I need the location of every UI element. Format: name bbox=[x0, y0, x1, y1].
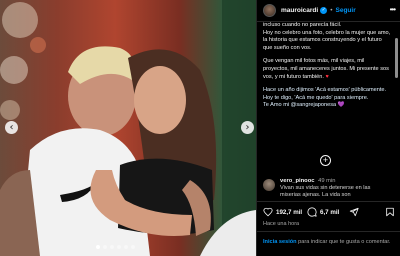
purple-heart-emoji-icon: 💜 bbox=[337, 102, 345, 109]
caption-text-3: Hace un año dijimos 'Acá estamos' públic… bbox=[263, 87, 387, 109]
like-action[interactable]: 192,7 mil bbox=[263, 207, 302, 217]
commenter-username[interactable]: vero_pinooc bbox=[280, 178, 314, 184]
next-slide-button[interactable]: › bbox=[241, 121, 254, 134]
comment-header: vero_pinooc 49 min bbox=[280, 178, 336, 184]
caption-paragraph-3: Hace un año dijimos 'Acá estamos' públic… bbox=[263, 87, 391, 110]
post-actions-bar: 192,7 mil 6,7 mil bbox=[257, 201, 400, 221]
author-username[interactable]: mauroicardi bbox=[281, 7, 318, 14]
comment-item: vero_pinooc 49 min Vivan sus vidas sin d… bbox=[263, 178, 395, 202]
header-separator: • bbox=[330, 7, 333, 14]
slide-dot bbox=[117, 245, 121, 249]
follow-button[interactable]: Seguir bbox=[336, 7, 356, 14]
heart-emoji-icon: ♥ bbox=[325, 73, 329, 80]
author-avatar[interactable] bbox=[263, 4, 276, 17]
share-icon[interactable] bbox=[349, 207, 359, 217]
comment-action[interactable]: 6,7 mil bbox=[307, 207, 339, 217]
slide-dot bbox=[103, 245, 107, 249]
slide-dot bbox=[110, 245, 114, 249]
slide-indicator bbox=[96, 245, 135, 249]
login-link[interactable]: Inicia sesión bbox=[263, 239, 297, 245]
post-timestamp: Hace una hora bbox=[263, 221, 300, 227]
bookmark-icon[interactable] bbox=[385, 207, 395, 217]
slide-dot bbox=[131, 245, 135, 249]
login-prompt: Inicia sesión para indicar que te gusta … bbox=[257, 231, 400, 256]
verified-badge-icon: ✓ bbox=[320, 7, 328, 14]
post-photo[interactable]: ‹ › bbox=[0, 0, 256, 256]
caption-paragraph-1: incluso cuando no parecía fácil. Hoy no … bbox=[263, 22, 391, 52]
caption-text-1: incluso cuando no parecía fácil. Hoy no … bbox=[263, 22, 391, 51]
more-options-icon[interactable]: ••• bbox=[390, 5, 396, 14]
post-header: mauroicardi ✓ • Seguir ••• bbox=[257, 0, 400, 22]
post-caption: incluso cuando no parecía fácil. Hoy no … bbox=[263, 22, 391, 142]
heart-icon[interactable] bbox=[263, 207, 273, 217]
like-count: 192,7 mil bbox=[276, 208, 303, 216]
comment-time: 49 min bbox=[318, 178, 336, 184]
previous-slide-button[interactable]: ‹ bbox=[5, 121, 18, 134]
comment-count: 6,7 mil bbox=[320, 208, 340, 216]
share-action[interactable] bbox=[349, 207, 359, 217]
add-comment-icon[interactable]: + bbox=[320, 155, 331, 166]
caption-scrollbar[interactable] bbox=[395, 38, 398, 78]
slide-dot bbox=[96, 245, 100, 249]
commenter-avatar[interactable] bbox=[263, 179, 275, 191]
caption-paragraph-2: Que vengan mil fotos más, mil viajes, mi… bbox=[263, 58, 391, 81]
couple-photo-illustration bbox=[0, 0, 256, 256]
save-action[interactable] bbox=[385, 207, 395, 217]
login-prompt-text: para indicar que te gusta o comentar. bbox=[296, 239, 391, 245]
slide-dot bbox=[124, 245, 128, 249]
comment-text: Vivan sus vidas sin detenerse en las mis… bbox=[280, 185, 371, 198]
post-info-panel: mauroicardi ✓ • Seguir ••• incluso cuand… bbox=[256, 0, 400, 256]
comment-bubble-icon[interactable] bbox=[307, 207, 317, 217]
